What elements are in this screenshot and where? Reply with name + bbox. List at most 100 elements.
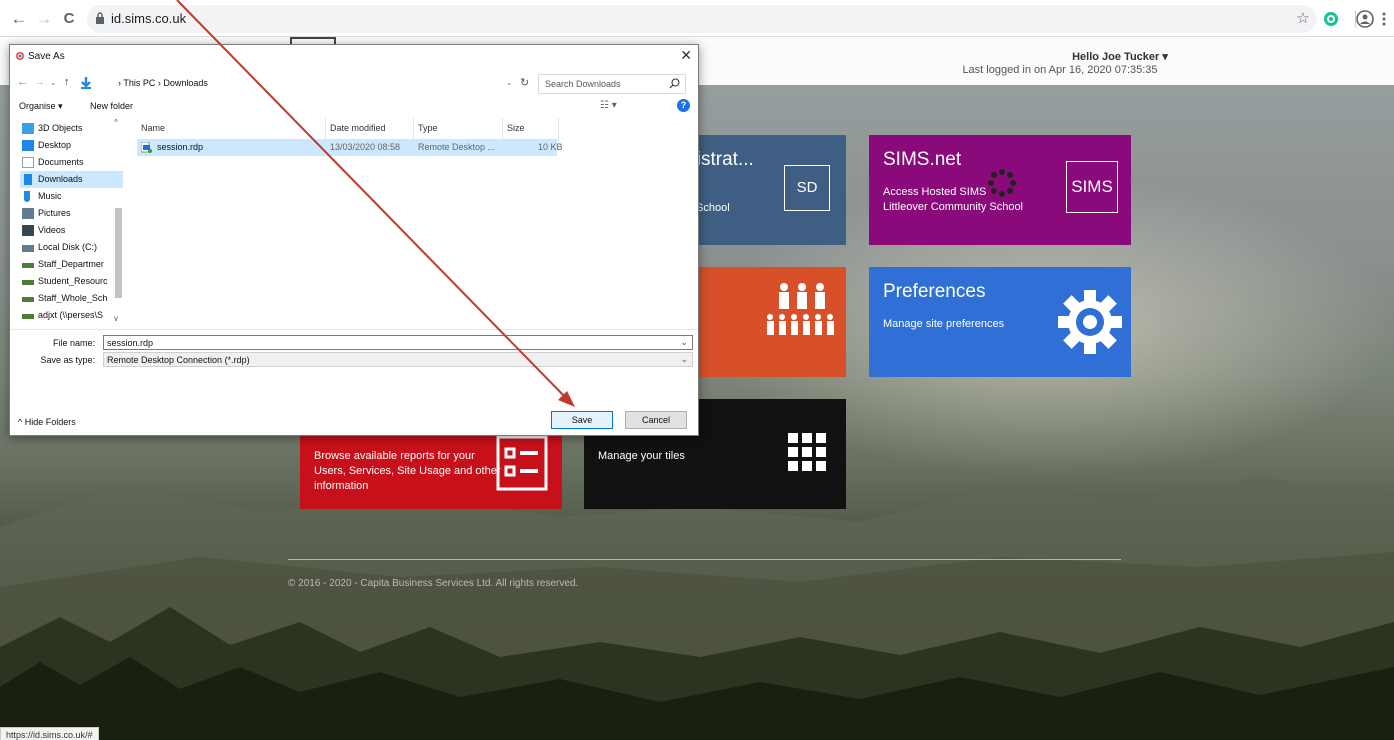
file-list: Name Date modified Type Size session.rdp… bbox=[127, 118, 698, 326]
nav-item-local-disk[interactable]: Local Disk (C:) bbox=[20, 239, 123, 256]
file-row[interactable]: session.rdp 13/03/2020 08:58 Remote Desk… bbox=[137, 139, 563, 156]
tile-badge-sims: SIMS bbox=[1066, 161, 1118, 213]
nav-item-3d-objects[interactable]: 3D Objects bbox=[20, 120, 123, 137]
nav-item-student-resources[interactable]: Student_Resourc bbox=[20, 273, 123, 290]
nav-item-label: 3D Objects bbox=[38, 123, 83, 133]
bookmark-star-icon[interactable]: ☆ bbox=[1292, 8, 1314, 30]
nav-item-adjxt[interactable]: adjxt (\\perses\S bbox=[20, 307, 123, 324]
search-input[interactable]: Search Downloads bbox=[538, 74, 686, 94]
nav-item-staff-whole-school[interactable]: Staff_Whole_Sch bbox=[20, 290, 123, 307]
chevron-down-icon[interactable]: ⌄ bbox=[680, 337, 688, 348]
column-header-date-modified[interactable]: Date modified bbox=[330, 123, 386, 133]
address-row: ← → ⌄ ↑ › This PC › Downloads ⌄ ↻ Search… bbox=[10, 74, 698, 94]
nav-item-documents[interactable]: Documents bbox=[20, 154, 123, 171]
tile-description: Browse available reports for your Users,… bbox=[314, 449, 500, 494]
browser-toolbar: ← → C id.sims.co.uk ☆ bbox=[0, 0, 1394, 37]
path-dropdown-icon[interactable]: ⌄ bbox=[506, 78, 513, 87]
scrollbar-thumb[interactable] bbox=[115, 208, 122, 298]
tile-desc-line: information bbox=[314, 480, 369, 492]
nav-item-staff-department[interactable]: Staff_Departmer bbox=[20, 256, 123, 273]
nav-item-label: Staff_Whole_Sch bbox=[38, 293, 108, 303]
navigation-pane: 3D Objects Desktop Documents Downloads M… bbox=[10, 118, 127, 326]
tile-badge-sd: SD bbox=[784, 165, 830, 211]
reload-icon[interactable]: C bbox=[59, 9, 79, 29]
tile-desc-line: Browse available reports for your bbox=[314, 450, 475, 462]
column-header-type[interactable]: Type bbox=[418, 123, 438, 133]
hide-folders-toggle[interactable]: ^ Hide Folders bbox=[18, 417, 76, 427]
breadcrumb-this-pc[interactable]: This PC bbox=[123, 78, 155, 88]
save-fields: File name: session.rdp ⌄ Save as type: R… bbox=[10, 329, 698, 369]
dialog-title: Save As bbox=[28, 51, 65, 62]
nav-pane-scrollbar[interactable]: ^ v bbox=[114, 118, 123, 326]
file-type: Remote Desktop ... bbox=[418, 142, 496, 152]
nav-item-label: Desktop bbox=[38, 140, 72, 150]
breadcrumb-downloads[interactable]: Downloads bbox=[163, 78, 208, 88]
nav-item-label: Downloads bbox=[38, 174, 83, 184]
tile-sims-net[interactable]: SIMS.net Access Hosted SIMS Littleover C… bbox=[869, 135, 1131, 245]
pictures-icon bbox=[22, 208, 34, 219]
user-menu-caret: ▾ bbox=[1162, 51, 1168, 63]
downloads-icon bbox=[81, 77, 91, 89]
nav-item-label: Local Disk (C:) bbox=[38, 242, 98, 252]
forward-icon[interactable]: → bbox=[34, 9, 54, 29]
cancel-button[interactable]: Cancel bbox=[625, 411, 687, 429]
close-icon[interactable]: ✕ bbox=[680, 47, 692, 64]
recent-locations-icon[interactable]: ⌄ bbox=[50, 78, 57, 87]
scroll-up-icon[interactable]: ^ bbox=[114, 118, 118, 127]
nav-item-pictures[interactable]: Pictures bbox=[20, 205, 123, 222]
column-header-name[interactable]: Name bbox=[141, 123, 165, 133]
help-icon[interactable]: ? bbox=[677, 99, 690, 112]
file-name-value: session.rdp bbox=[107, 338, 154, 348]
hide-folders-label: Hide Folders bbox=[24, 417, 76, 427]
nav-item-videos[interactable]: Videos bbox=[20, 222, 123, 239]
nav-item-label: Videos bbox=[38, 225, 66, 235]
column-header-size[interactable]: Size bbox=[507, 123, 525, 133]
scroll-down-icon[interactable]: v bbox=[114, 314, 118, 323]
user-menu[interactable]: Hello Joe Tucker ▾ bbox=[1020, 50, 1220, 63]
nav-item-label: Pictures bbox=[38, 208, 71, 218]
status-bar-url: https://id.sims.co.uk/# bbox=[0, 727, 99, 740]
grammarly-extension-icon[interactable] bbox=[1320, 8, 1342, 30]
back-icon[interactable]: ← bbox=[9, 9, 29, 29]
organise-menu[interactable]: Organise ▾ bbox=[19, 101, 63, 112]
save-type-select[interactable]: Remote Desktop Connection (*.rdp) ⌄ bbox=[103, 352, 693, 367]
cube-icon bbox=[22, 123, 34, 134]
file-size: 10 KB bbox=[538, 142, 563, 152]
footer-divider bbox=[288, 559, 1121, 560]
file-name-input[interactable]: session.rdp ⌄ bbox=[103, 335, 693, 350]
tile-preferences[interactable]: Preferences Manage site preferences bbox=[869, 267, 1131, 377]
nav-item-label: Student_Resourc bbox=[38, 276, 108, 286]
search-icon bbox=[669, 78, 680, 89]
new-folder-button[interactable]: New folder bbox=[90, 101, 133, 111]
address-bar[interactable]: id.sims.co.uk bbox=[87, 5, 1317, 33]
up-folder-icon[interactable]: ↑ bbox=[64, 76, 70, 88]
back-icon[interactable]: ← bbox=[17, 76, 28, 88]
desktop-icon bbox=[22, 140, 34, 151]
tile-description: School bbox=[696, 202, 730, 214]
nav-item-music[interactable]: Music bbox=[20, 188, 123, 205]
change-view-icon[interactable]: ☷ ▾ bbox=[600, 100, 617, 111]
greeting-text: Hello Joe Tucker bbox=[1072, 51, 1160, 63]
rdp-file-icon bbox=[141, 142, 152, 153]
nav-item-desktop[interactable]: Desktop bbox=[20, 137, 123, 154]
gear-icon bbox=[1058, 290, 1122, 354]
document-icon bbox=[22, 157, 34, 168]
nav-item-label: Music bbox=[38, 191, 62, 201]
chevron-down-icon[interactable]: ⌄ bbox=[680, 354, 688, 365]
nav-item-label: Staff_Departmer bbox=[38, 259, 104, 269]
tile-title: SIMS.net bbox=[883, 149, 962, 170]
tile-desc-line: Users, Services, Site Usage and other bbox=[314, 465, 501, 477]
save-as-dialog: Save As ✕ ← → ⌄ ↑ › This PC › Downloads … bbox=[9, 44, 699, 436]
music-icon bbox=[24, 191, 30, 202]
breadcrumb-sep: › bbox=[157, 78, 161, 88]
refresh-icon[interactable]: ↻ bbox=[520, 76, 529, 89]
last-login-text: Last logged in on Apr 16, 2020 07:35:35 bbox=[962, 64, 1158, 76]
breadcrumb[interactable]: › This PC › Downloads bbox=[118, 78, 208, 88]
nav-item-downloads[interactable]: Downloads bbox=[20, 171, 123, 188]
save-button[interactable]: Save bbox=[551, 411, 613, 429]
breadcrumb-sep: › bbox=[118, 78, 121, 88]
profile-icon[interactable] bbox=[1354, 8, 1376, 30]
tiles-grid-icon bbox=[788, 433, 826, 471]
forward-icon[interactable]: → bbox=[34, 76, 45, 88]
menu-icon[interactable] bbox=[1377, 8, 1391, 30]
